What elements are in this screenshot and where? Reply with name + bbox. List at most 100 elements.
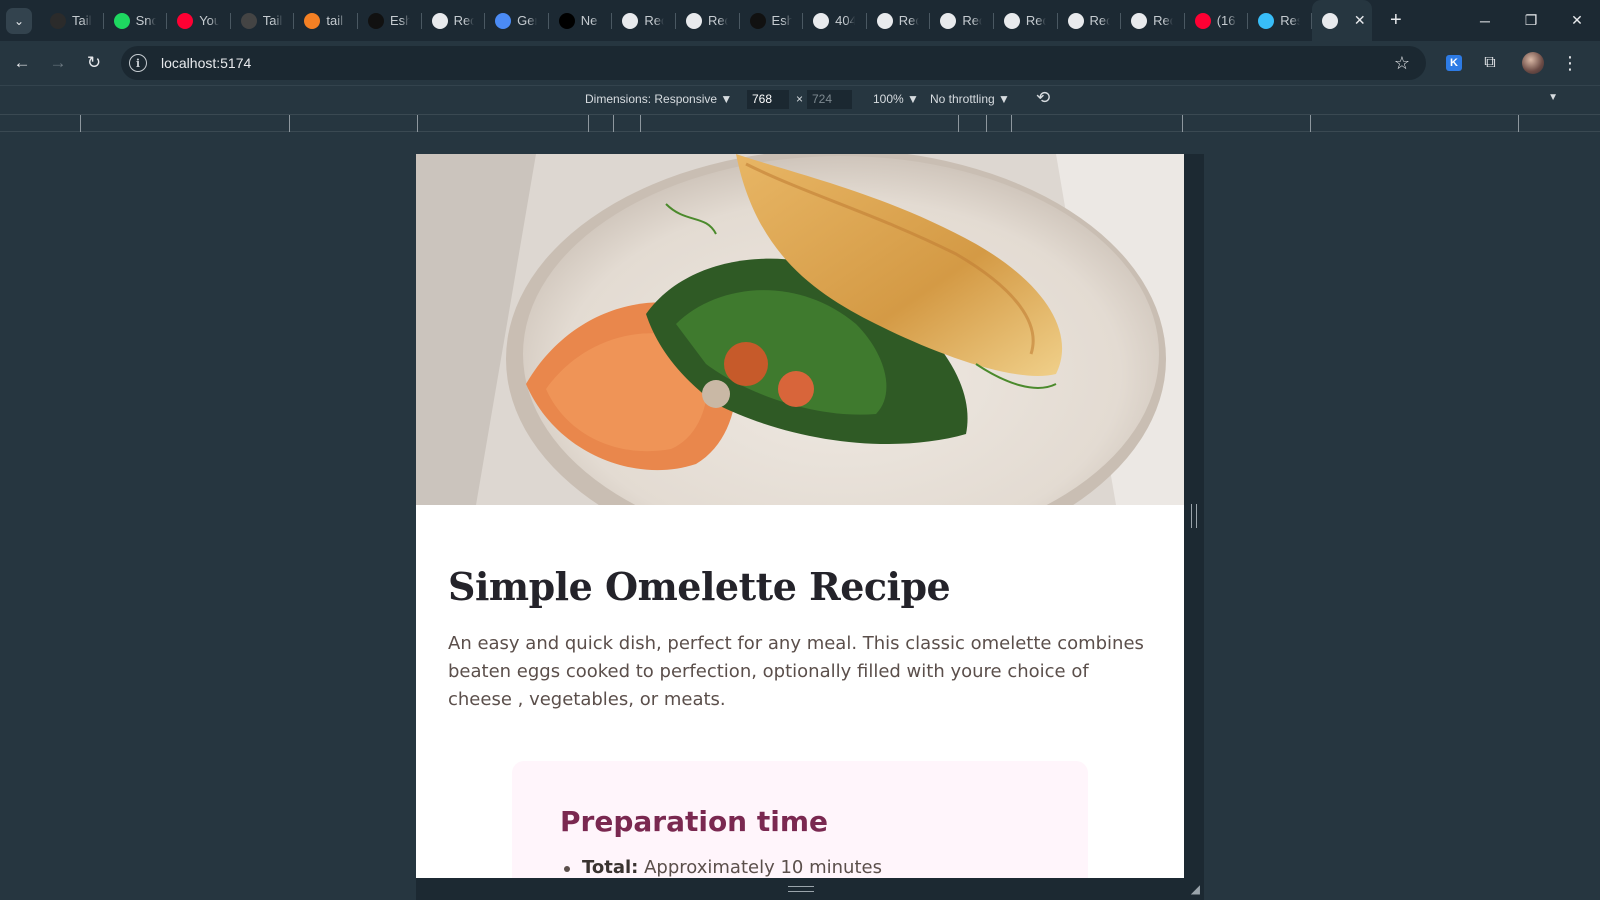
tab-title: Rec: [898, 13, 919, 28]
prep-item-label: Total:: [582, 857, 639, 878]
browser-tab[interactable]: Rec: [612, 0, 676, 41]
globe-icon: [431, 12, 448, 29]
tab-title: Tail: [72, 13, 92, 28]
tab-title: Rec: [644, 13, 665, 28]
tab-title: tail: [326, 13, 343, 28]
tab-list: Tail Snc You Tail tail Esh Rec Ger Ne Rec Rec Esh 40…: [40, 0, 1372, 41]
device-resize-handle-right[interactable]: [1184, 154, 1204, 878]
tab-title: Rec: [1153, 13, 1174, 28]
tab-title: Ger: [517, 13, 538, 28]
browser-menu-icon[interactable]: ⋮: [1560, 53, 1580, 74]
youtube-icon: [177, 12, 194, 29]
browser-tab[interactable]: Ne: [549, 0, 613, 41]
profile-avatar[interactable]: [1522, 52, 1544, 74]
prep-item-value: Approximately 10 minutes: [644, 857, 882, 878]
restore-button[interactable]: ❐: [1508, 0, 1554, 41]
device-resize-handle-bottom[interactable]: ◢: [416, 878, 1204, 900]
browser-tab-active[interactable]: ✕: [1311, 0, 1372, 41]
browser-tab[interactable]: Tail: [231, 0, 295, 41]
toolbar-extensions: K ⧉ ⋮: [1440, 41, 1580, 85]
dimensions-dropdown[interactable]: Dimensions: Responsive ▼: [585, 92, 732, 106]
new-tab-button[interactable]: +: [1386, 9, 1406, 32]
arrow-right-icon: →: [49, 53, 67, 72]
recipe-title: Simple Omelette Recipe: [448, 564, 951, 609]
browser-tab[interactable]: You: [167, 0, 231, 41]
window-controls: ─ ❐ ✕: [1462, 0, 1600, 41]
close-icon: ✕: [1571, 12, 1583, 28]
preparation-time-card: Preparation time Total: Approximately 10…: [512, 761, 1088, 878]
extensions-puzzle-icon[interactable]: ⧉: [1472, 45, 1508, 81]
caret-down-icon: ▼: [998, 92, 1010, 106]
browser-tab[interactable]: Rec: [994, 0, 1058, 41]
minimize-icon: ─: [1480, 12, 1490, 29]
preparation-time-heading: Preparation time: [560, 805, 829, 838]
globe-icon: [813, 12, 830, 29]
tab-title: Rec: [1025, 13, 1046, 28]
globe-icon: [1067, 12, 1084, 29]
dimensions-label: Dimensions: Responsive: [585, 92, 718, 106]
emulated-page: Simple Omelette Recipe An easy and quick…: [416, 154, 1184, 878]
tab-title: You: [199, 13, 220, 28]
bookmark-star-icon[interactable]: ☆: [1394, 53, 1410, 74]
device-toolbar-menu-icon[interactable]: ▼: [1548, 92, 1558, 103]
stackoverflow-icon: [304, 12, 321, 29]
tab-search-button[interactable]: ⌄: [6, 7, 32, 34]
browser-tab[interactable]: 404: [803, 0, 867, 41]
back-button[interactable]: ←: [4, 45, 40, 81]
globe-icon: [940, 12, 957, 29]
caret-down-icon: ▼: [720, 92, 733, 106]
resize-grip-icon: [788, 886, 814, 892]
github-icon: [367, 12, 384, 29]
tailwind-icon: [1258, 12, 1275, 29]
browser-tab[interactable]: tail: [294, 0, 358, 41]
browser-tab[interactable]: (16: [1185, 0, 1249, 41]
tailwind-icon: [240, 12, 257, 29]
tab-title: Esh: [771, 13, 792, 28]
device-width-input[interactable]: 768: [747, 90, 789, 109]
browser-tab[interactable]: Esh: [358, 0, 422, 41]
globe-icon: [622, 12, 639, 29]
tab-title: Rec: [707, 13, 728, 28]
tab-title: Res: [1280, 13, 1301, 28]
browser-tab[interactable]: Rec: [930, 0, 994, 41]
site-info-icon[interactable]: i: [129, 54, 147, 72]
globe-icon: [685, 12, 702, 29]
tab-title: Snc: [135, 13, 156, 28]
browser-tab[interactable]: Tail: [40, 0, 104, 41]
browser-tab[interactable]: Ger: [485, 0, 549, 41]
dimension-separator: ×: [796, 92, 804, 106]
close-window-button[interactable]: ✕: [1554, 0, 1600, 41]
forward-button[interactable]: →: [40, 45, 76, 81]
throttling-dropdown[interactable]: No throttling ▼: [930, 92, 1010, 106]
openai-icon: [50, 12, 66, 29]
minimize-button[interactable]: ─: [1462, 0, 1508, 41]
globe-icon: [1131, 12, 1148, 29]
arrow-left-icon: ←: [13, 53, 31, 72]
browser-tab[interactable]: Esh: [740, 0, 804, 41]
zoom-dropdown[interactable]: 100% ▼: [873, 92, 919, 106]
browser-tab[interactable]: Rec: [867, 0, 931, 41]
browser-tab[interactable]: Rec: [1058, 0, 1122, 41]
device-height-input[interactable]: 724: [807, 90, 852, 109]
resize-corner-icon[interactable]: ◢: [1191, 882, 1200, 896]
globe-icon: [876, 12, 893, 29]
recipe-description: An easy and quick dish, perfect for any …: [448, 633, 1144, 710]
tab-title: 404: [835, 13, 856, 28]
extension-k-icon[interactable]: K: [1446, 55, 1462, 71]
reload-icon: ↻: [86, 53, 102, 72]
tab-title: Rec: [453, 13, 474, 28]
browser-tab[interactable]: Rec: [676, 0, 740, 41]
close-tab-icon[interactable]: ✕: [1354, 12, 1366, 29]
globe-icon: [1321, 12, 1338, 29]
address-text[interactable]: localhost:5174: [161, 55, 251, 71]
browser-tab[interactable]: Res: [1248, 0, 1312, 41]
address-bar[interactable]: i localhost:5174 ☆: [121, 46, 1426, 80]
resize-grip-icon: [1191, 504, 1197, 528]
spotify-icon: [113, 12, 130, 29]
tab-title: Rec: [962, 13, 983, 28]
reload-button[interactable]: ↻: [76, 45, 112, 81]
browser-tab[interactable]: Rec: [1121, 0, 1185, 41]
browser-tab[interactable]: Snc: [104, 0, 168, 41]
rotate-icon[interactable]: ⟲: [1036, 88, 1050, 108]
browser-tab[interactable]: Rec: [422, 0, 486, 41]
